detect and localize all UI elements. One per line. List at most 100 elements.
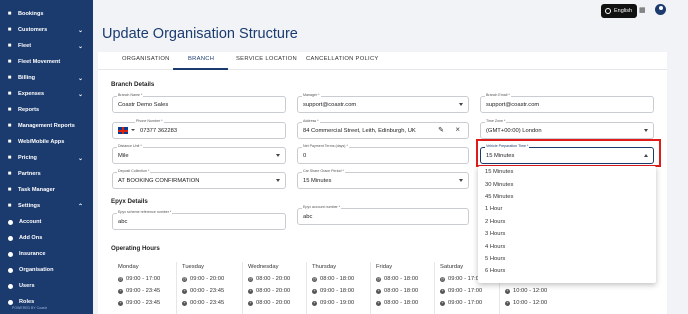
- day-label: Friday: [376, 264, 393, 270]
- time-slot[interactable]: +09:00 - 23:45: [118, 300, 160, 306]
- branch-email-field[interactable]: Branch Email * support@coastr.com: [480, 93, 654, 113]
- sidebar-nav: ■ Bookings ■ Customers ⌄ ■ Fleet ⌄ ■ Fleet Moveme…: [0, 6, 93, 310]
- dropdown-option[interactable]: 1 Hour: [478, 203, 656, 215]
- sidebar-item-settings[interactable]: ■ Settings ⌃: [0, 198, 93, 214]
- add-slot-icon[interactable]: +: [248, 288, 253, 294]
- add-slot-icon[interactable]: +: [505, 300, 510, 306]
- close-icon[interactable]: ×: [455, 125, 460, 134]
- sidebar-item-task-manager[interactable]: ■ Task Manager: [0, 182, 93, 198]
- sidebar-subitem-organisation[interactable]: Organisation: [0, 262, 93, 278]
- time-slot[interactable]: ◷ 09:00 - 17:00: [440, 276, 482, 282]
- sidebar-item-pricing[interactable]: ■ Pricing ⌄: [0, 150, 93, 166]
- address-field[interactable]: Address * 84 Commercial Street, Leith, E…: [297, 119, 469, 139]
- add-slot-icon[interactable]: +: [248, 300, 253, 306]
- branch-name-field[interactable]: Branch Name * Coastr Demo Sales: [112, 93, 286, 113]
- time-slot[interactable]: ◷ 08:00 - 20:00: [248, 276, 290, 282]
- user-avatar-icon[interactable]: [655, 4, 666, 15]
- add-slot-icon[interactable]: +: [376, 288, 381, 294]
- sidebar-item-billing[interactable]: ■ Billing ⌄: [0, 70, 93, 86]
- time-slot[interactable]: +09:00 - 18:00: [312, 288, 354, 294]
- distance-unit-select[interactable]: Distance Unit * Mile: [112, 144, 286, 164]
- time-slot-value: 08:00 - 20:00: [256, 300, 291, 306]
- dropdown-option[interactable]: 6 Hours: [478, 265, 656, 277]
- time-slot[interactable]: +09:00 - 17:00: [440, 288, 482, 294]
- time-slot[interactable]: +09:00 - 19:00: [312, 300, 354, 306]
- time-slot[interactable]: +10:00 - 12:00: [505, 288, 547, 294]
- phone-number-field[interactable]: Phone Number * 07377 362283: [112, 119, 286, 139]
- add-slot-icon[interactable]: +: [440, 300, 445, 306]
- dropdown-option[interactable]: 45 Minutes: [478, 191, 656, 203]
- time-slot[interactable]: +08:00 - 18:00: [376, 300, 418, 306]
- clock-icon[interactable]: ◷: [182, 276, 187, 282]
- dropdown-option[interactable]: 30 Minutes: [478, 178, 656, 190]
- time-slot[interactable]: +09:00 - 23:45: [118, 288, 160, 294]
- car-icon: ■: [7, 43, 12, 49]
- sidebar-subitem-users[interactable]: Users: [0, 278, 93, 294]
- dropdown-option[interactable]: 4 Hours: [478, 240, 656, 252]
- time-slot-value: 09:00 - 20:00: [190, 276, 225, 282]
- dropdown-option[interactable]: 2 Hours: [478, 216, 656, 228]
- add-slot-icon[interactable]: +: [312, 300, 317, 306]
- tab-organisation[interactable]: ORGANISATION: [122, 56, 170, 62]
- operating-hours-heading: Operating Hours: [111, 245, 160, 252]
- clock-icon[interactable]: ◷: [248, 276, 253, 282]
- net-payment-terms-field[interactable]: Net Payment Terms (days) * 0: [297, 144, 469, 164]
- sidebar-item-customers[interactable]: ■ Customers ⌄: [0, 22, 93, 38]
- language-selector[interactable]: English: [601, 4, 637, 18]
- add-slot-icon[interactable]: +: [312, 288, 317, 294]
- add-slot-icon[interactable]: +: [440, 288, 445, 294]
- clock-icon[interactable]: ◷: [312, 276, 317, 282]
- time-slot[interactable]: +08:00 - 20:00: [248, 288, 290, 294]
- clock-icon[interactable]: ◷: [376, 276, 381, 282]
- tab-branch[interactable]: BRANCH: [188, 56, 214, 62]
- dropdown-option[interactable]: 3 Hours: [478, 228, 656, 240]
- dropdown-option[interactable]: 15 Minutes: [478, 166, 656, 178]
- epyx-account-number-field[interactable]: Epyx account number * abc: [297, 205, 469, 225]
- uk-flag-icon[interactable]: [118, 127, 128, 134]
- add-slot-icon[interactable]: +: [505, 288, 510, 294]
- time-slot[interactable]: +00:00 - 23:45: [182, 300, 224, 306]
- time-slot[interactable]: +09:00 - 17:00: [440, 300, 482, 306]
- epyx-scheme-ref-label: Epyx scheme reference number *: [117, 210, 173, 214]
- branch-details-heading: Branch Details: [111, 81, 155, 88]
- add-slot-icon[interactable]: +: [118, 288, 123, 294]
- manager-select[interactable]: Manager * support@coastr.com: [297, 93, 469, 113]
- clock-icon[interactable]: ◷: [118, 276, 123, 282]
- sidebar-item-fleet-movement[interactable]: ■ Fleet Movement: [0, 54, 93, 70]
- time-slot[interactable]: +00:00 - 23:45: [182, 288, 224, 294]
- time-slot[interactable]: +08:00 - 18:00: [376, 288, 418, 294]
- add-slot-icon[interactable]: +: [118, 300, 123, 306]
- add-slot-icon[interactable]: +: [376, 300, 381, 306]
- clock-icon[interactable]: ◷: [440, 276, 445, 282]
- time-slot[interactable]: ◷ 08:00 - 18:00: [312, 276, 354, 282]
- sidebar-subitem-insurance[interactable]: Insurance: [0, 246, 93, 262]
- deposit-collection-select[interactable]: Deposit Collection * AT BOOKING CONFIRMA…: [112, 169, 286, 189]
- sidebar-item-partners[interactable]: ■ Partners: [0, 166, 93, 182]
- add-slot-icon[interactable]: +: [182, 288, 187, 294]
- sidebar-item-reports[interactable]: ■ Reports: [0, 102, 93, 118]
- add-slot-icon[interactable]: +: [182, 300, 187, 306]
- sidebar-item-expenses[interactable]: ■ Expenses ⌄: [0, 86, 93, 102]
- time-slot[interactable]: ◷ 09:00 - 17:00: [118, 276, 160, 282]
- sidebar-item-web-mobile-apps[interactable]: ■ Web/Mobile Apps: [0, 134, 93, 150]
- epyx-scheme-reference-field[interactable]: Epyx scheme reference number * abc: [112, 210, 286, 230]
- sidebar-item-management-reports[interactable]: ■ Management Reports: [0, 118, 93, 134]
- time-slot[interactable]: +08:00 - 20:00: [248, 300, 290, 306]
- dropdown-option[interactable]: 5 Hours: [478, 253, 656, 265]
- apps-grid-icon[interactable]: ▦: [639, 6, 646, 14]
- sidebar-item-fleet[interactable]: ■ Fleet ⌄: [0, 38, 93, 54]
- sidebar-item-bookings[interactable]: ■ Bookings: [0, 6, 93, 22]
- sidebar-item-label: Fleet Movement: [18, 59, 61, 65]
- sidebar-subitem-account[interactable]: Account: [0, 214, 93, 230]
- time-slot[interactable]: ◷ 08:00 - 18:00: [376, 276, 418, 282]
- sidebar-item-label: Management Reports: [18, 123, 75, 129]
- tab-service-location[interactable]: SERVICE LOCATION: [236, 56, 297, 62]
- time-slot[interactable]: ◷ 09:00 - 20:00: [182, 276, 224, 282]
- time-zone-select[interactable]: Time Zone * (GMT+00:00) London: [480, 119, 654, 139]
- time-slot[interactable]: +10:00 - 12:00: [505, 300, 547, 306]
- time-slot-value: 09:00 - 23:45: [126, 288, 161, 294]
- pencil-icon[interactable]: ✎: [438, 126, 444, 134]
- tab-cancellation-policy[interactable]: CANCELLATION POLICY: [306, 56, 379, 62]
- car-share-grace-period-select[interactable]: Car Share Grace Period * 15 Minutes: [297, 169, 469, 189]
- sidebar-subitem-add-ons[interactable]: Add Ons: [0, 230, 93, 246]
